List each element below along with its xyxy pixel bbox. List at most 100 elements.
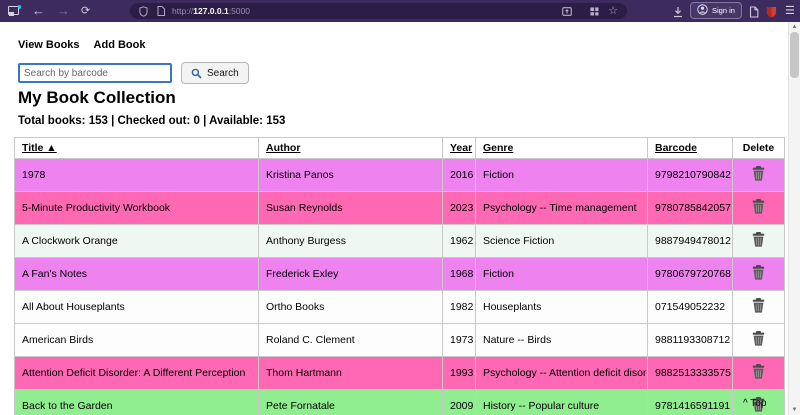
site-nav: View Books Add Book [18, 39, 160, 51]
table-row: Back to the GardenPete Fornatale2009Hist… [15, 390, 785, 415]
scroll-down-icon[interactable]: ▼ [789, 407, 800, 413]
header-year[interactable]: Year [450, 142, 472, 154]
scrollbar[interactable]: ▲ ▼ [788, 22, 800, 415]
notification-dot [18, 5, 22, 9]
scrollbar-thumb[interactable] [790, 32, 799, 78]
header-title[interactable]: Title ▲ [22, 142, 57, 154]
cell-genre: Fiction [476, 159, 648, 192]
nav-add-book-link[interactable]: Add Book [94, 39, 146, 51]
table-row: Attention Deficit Disorder: A Different … [15, 357, 785, 390]
grid-icon[interactable] [590, 7, 599, 16]
table-row: 5-Minute Productivity WorkbookSusan Reyn… [15, 192, 785, 225]
header-barcode[interactable]: Barcode [655, 142, 697, 154]
window-icon-pane [9, 12, 14, 16]
download-icon[interactable] [672, 5, 684, 23]
cell-title: American Birds [15, 324, 259, 357]
cell-title: A Fan's Notes [15, 258, 259, 291]
cell-year: 2023 [443, 192, 476, 225]
shield-icon[interactable] [139, 6, 148, 17]
delete-book-button[interactable] [752, 232, 765, 247]
table-body: 1978Kristina Panos2016Fiction97982107908… [15, 159, 785, 415]
trash-icon [752, 166, 765, 181]
cell-author: Pete Fornatale [259, 390, 443, 415]
cell-delete [733, 192, 785, 225]
header-author[interactable]: Author [266, 142, 300, 154]
cell-delete [733, 357, 785, 390]
trash-icon [752, 265, 765, 280]
search-button-label: Search [207, 68, 239, 79]
bookmark-star-icon[interactable]: ☆ [608, 6, 618, 16]
delete-book-button[interactable] [752, 331, 765, 346]
trash-icon [752, 331, 765, 346]
url-bar[interactable]: http://127.0.0.1:5000 ☆ [130, 3, 627, 19]
cell-author: Roland C. Clement [259, 324, 443, 357]
cell-title: Attention Deficit Disorder: A Different … [15, 357, 259, 390]
cell-year: 2016 [443, 159, 476, 192]
delete-book-button[interactable] [752, 364, 765, 379]
extensions-icon[interactable] [749, 5, 759, 23]
trash-icon [752, 232, 765, 247]
header-genre[interactable]: Genre [483, 142, 513, 154]
delete-book-button[interactable] [752, 166, 765, 181]
adblocker-icon[interactable] [766, 5, 777, 23]
cell-barcode: 9780679720768 [648, 258, 733, 291]
cell-genre: Science Fiction [476, 225, 648, 258]
cell-author: Thom Hartmann [259, 357, 443, 390]
search-input[interactable] [18, 63, 172, 83]
scroll-up-icon[interactable]: ▲ [789, 24, 800, 30]
page-icon[interactable] [157, 6, 165, 16]
forward-icon[interactable]: → [57, 0, 70, 22]
cell-genre: Nature -- Birds [476, 324, 648, 357]
cell-author: Kristina Panos [259, 159, 443, 192]
cell-genre: Fiction [476, 258, 648, 291]
delete-book-button[interactable] [752, 199, 765, 214]
table-row: American BirdsRoland C. Clement1973Natur… [15, 324, 785, 357]
table-row: All About HouseplantsOrtho Books1982Hous… [15, 291, 785, 324]
trash-icon [752, 364, 765, 379]
back-icon[interactable]: ← [32, 0, 45, 22]
browser-toolbar: ← → ⟳ http://127.0.0.1:5000 ☆ Sign in [0, 0, 800, 22]
cell-delete [733, 324, 785, 357]
cell-author: Frederick Exley [259, 258, 443, 291]
table-row: A Clockwork OrangeAnthony Burgess1962Sci… [15, 225, 785, 258]
screenshot-icon[interactable] [562, 7, 572, 16]
cell-genre: History -- Popular culture [476, 390, 648, 415]
cell-barcode: 9781416591191 [648, 390, 733, 415]
collection-stats: Total books: 153 | Checked out: 0 | Avai… [18, 115, 285, 127]
trash-icon [752, 199, 765, 214]
nav-view-books-link[interactable]: View Books [18, 39, 80, 51]
url-text: http://127.0.0.1:5000 [172, 6, 250, 16]
cell-barcode: 9887949478012 [648, 225, 733, 258]
cell-title: All About Houseplants [15, 291, 259, 324]
cell-delete [733, 225, 785, 258]
header-delete: Delete [743, 142, 775, 154]
cell-barcode: 9881193308712 [648, 324, 733, 357]
search-button[interactable]: Search [181, 62, 249, 84]
sign-in-button[interactable]: Sign in [690, 2, 742, 19]
back-to-top-link[interactable]: ^ Top [743, 398, 766, 409]
cell-title: Back to the Garden [15, 390, 259, 415]
delete-book-button[interactable] [752, 298, 765, 313]
account-icon [697, 4, 708, 17]
cell-barcode: 9882513333575 [648, 357, 733, 390]
books-table: Title ▲ Author Year Genre Barcode Delete… [14, 137, 785, 415]
trash-icon [752, 298, 765, 313]
cell-genre: Houseplants [476, 291, 648, 324]
cell-year: 1968 [443, 258, 476, 291]
reload-icon[interactable]: ⟳ [81, 0, 90, 22]
delete-book-button[interactable] [752, 265, 765, 280]
search-bar: Search [18, 62, 249, 84]
cell-year: 1982 [443, 291, 476, 324]
table-header-row: Title ▲ Author Year Genre Barcode Delete [15, 138, 785, 159]
menu-icon[interactable]: ☰ [785, 0, 795, 22]
cell-delete [733, 291, 785, 324]
sign-in-label: Sign in [712, 6, 735, 15]
cell-title: A Clockwork Orange [15, 225, 259, 258]
search-magnifier-icon [191, 68, 202, 79]
url-scheme: http:// [172, 6, 193, 16]
window-icon[interactable] [8, 5, 21, 16]
cell-barcode: 071549052232 [648, 291, 733, 324]
cell-year: 1993 [443, 357, 476, 390]
cell-genre: Psychology -- Time management [476, 192, 648, 225]
cell-author: Ortho Books [259, 291, 443, 324]
